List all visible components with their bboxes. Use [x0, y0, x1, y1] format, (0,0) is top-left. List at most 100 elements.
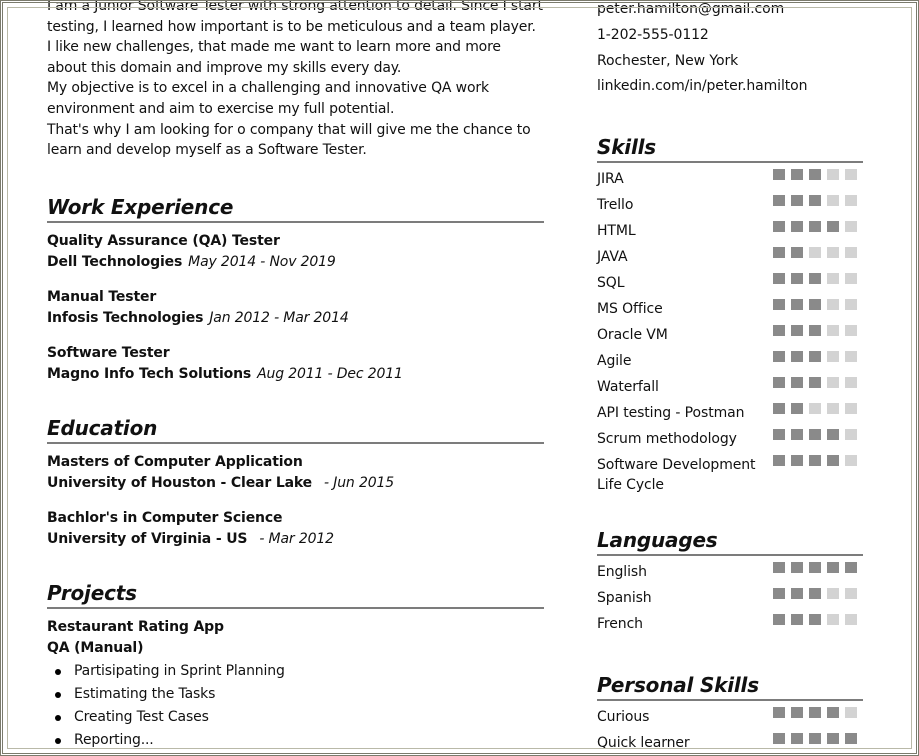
rating-square-empty [827, 195, 839, 207]
rating-squares [773, 608, 857, 626]
rating-label: MS Office [597, 301, 663, 318]
skill-row: JAVA [597, 241, 863, 267]
rating-label: Agile [597, 353, 632, 370]
company: Magno Info Tech Solutions [47, 365, 252, 382]
contact-info: peter.hamilton@gmail.com 1-202-555-0112 … [597, 0, 863, 100]
education-section: Education Masters of Computer Applicatio… [47, 415, 544, 550]
rating-square-filled [791, 247, 803, 259]
education-entry: Masters of Computer Application Universi… [47, 452, 544, 494]
rating-squares [773, 215, 857, 233]
rating-square-filled [791, 455, 803, 467]
rating-square-filled [791, 377, 803, 389]
rating-square-filled [809, 562, 821, 574]
rating-label: Waterfall [597, 379, 659, 396]
rating-squares [773, 397, 857, 415]
dates: May 2014 - Nov 2019 [188, 253, 336, 270]
rating-squares [773, 319, 857, 337]
section-title: Work Experience [47, 194, 544, 223]
rating-square-filled [809, 707, 821, 719]
rating-square-filled [773, 299, 785, 311]
skill-row: Trello [597, 189, 863, 215]
rating-square-empty [845, 195, 857, 207]
rating-square-empty [845, 707, 857, 719]
degree: Masters of Computer Application [47, 453, 303, 470]
work-entry: Software Tester Magno Info Tech Solution… [47, 343, 544, 385]
language-row: Spanish [597, 582, 863, 608]
summary: I am a Junior Software Tester with stron… [47, 0, 544, 161]
rating-square-empty [827, 614, 839, 626]
company: Dell Technologies [47, 253, 183, 270]
skill-row: Oracle VM [597, 319, 863, 345]
skill-row: MS Office [597, 293, 863, 319]
email[interactable]: peter.hamilton@gmail.com [597, 0, 863, 23]
rating-square-empty [845, 377, 857, 389]
education-entry: Bachlor's in Computer Science University… [47, 508, 544, 550]
rating-square-filled [773, 377, 785, 389]
personal-skills-list: Curious Quick learner [597, 701, 863, 753]
rating-square-filled [791, 562, 803, 574]
dates: - Mar 2012 [259, 530, 334, 547]
rating-label: JIRA [597, 171, 624, 188]
rating-square-filled [773, 221, 785, 233]
work-entry: Quality Assurance (QA) Tester Dell Techn… [47, 231, 544, 273]
rating-square-filled [791, 299, 803, 311]
rating-square-filled [791, 707, 803, 719]
rating-square-filled [845, 733, 857, 745]
bullet-dot-icon [55, 668, 61, 675]
rating-label: French [597, 616, 643, 633]
rating-square-empty [827, 403, 839, 415]
dates: Jan 2012 - Mar 2014 [209, 309, 349, 326]
rating-label: Spanish [597, 590, 652, 607]
rating-label: Oracle VM [597, 327, 668, 344]
rating-label: HTML [597, 223, 636, 240]
phone: 1-202-555-0112 [597, 26, 709, 43]
rating-squares [773, 727, 857, 745]
project-bullets: Partisipating in Sprint Planning Estimat… [47, 660, 544, 752]
rating-square-filled [827, 429, 839, 441]
rating-label: API testing - Postman [597, 405, 745, 422]
rating-squares [773, 371, 857, 389]
rating-square-empty [827, 247, 839, 259]
skills-list: JIRA Trello HTML JAVA SQL MS Office Oracle VM A… [597, 163, 863, 495]
right-column: peter.hamilton@gmail.com 1-202-555-0112 … [597, 0, 863, 753]
rating-square-filled [827, 455, 839, 467]
rating-square-filled [845, 562, 857, 574]
languages-list: English Spanish French [597, 556, 863, 634]
language-row: French [597, 608, 863, 634]
rating-square-filled [773, 429, 785, 441]
rating-square-empty [809, 247, 821, 259]
skill-row: SQL [597, 267, 863, 293]
work-entry: Manual Tester Infosis Technologies Jan 20… [47, 287, 544, 329]
rating-squares [773, 701, 857, 719]
bullet-text: Reporting... [74, 731, 154, 748]
bullet-text: Creating Test Cases [74, 708, 209, 725]
summary-paragraph: That's why I am looking for o company th… [47, 121, 531, 159]
rating-label: Curious [597, 709, 650, 726]
project-entry: Restaurant Rating App QA (Manual) Partis… [47, 617, 544, 752]
rating-squares [773, 556, 857, 574]
rating-square-filled [773, 614, 785, 626]
rating-square-empty [809, 403, 821, 415]
rating-label: SQL [597, 275, 625, 292]
rating-label: Scrum methodology [597, 431, 737, 448]
rating-label: Software Development Life Cycle [597, 457, 756, 494]
personal-skill-row: Curious [597, 701, 863, 727]
rating-squares [773, 449, 857, 467]
bullet-item: Partisipating in Sprint Planning [47, 660, 544, 683]
skill-row: Software Development Life Cycle [597, 449, 863, 495]
rating-square-filled [791, 169, 803, 181]
rating-square-empty [845, 429, 857, 441]
rating-square-filled [773, 403, 785, 415]
skill-row: API testing - Postman [597, 397, 863, 423]
skill-row: HTML [597, 215, 863, 241]
rating-squares [773, 293, 857, 311]
bullet-text: Partisipating in Sprint Planning [74, 662, 285, 679]
rating-square-empty [845, 299, 857, 311]
rating-square-filled [827, 707, 839, 719]
rating-squares [773, 267, 857, 285]
linkedin-link[interactable]: linkedin.com/in/peter.hamilton [597, 74, 863, 100]
rating-squares [773, 582, 857, 600]
rating-square-filled [773, 707, 785, 719]
rating-square-empty [845, 351, 857, 363]
rating-square-filled [827, 221, 839, 233]
